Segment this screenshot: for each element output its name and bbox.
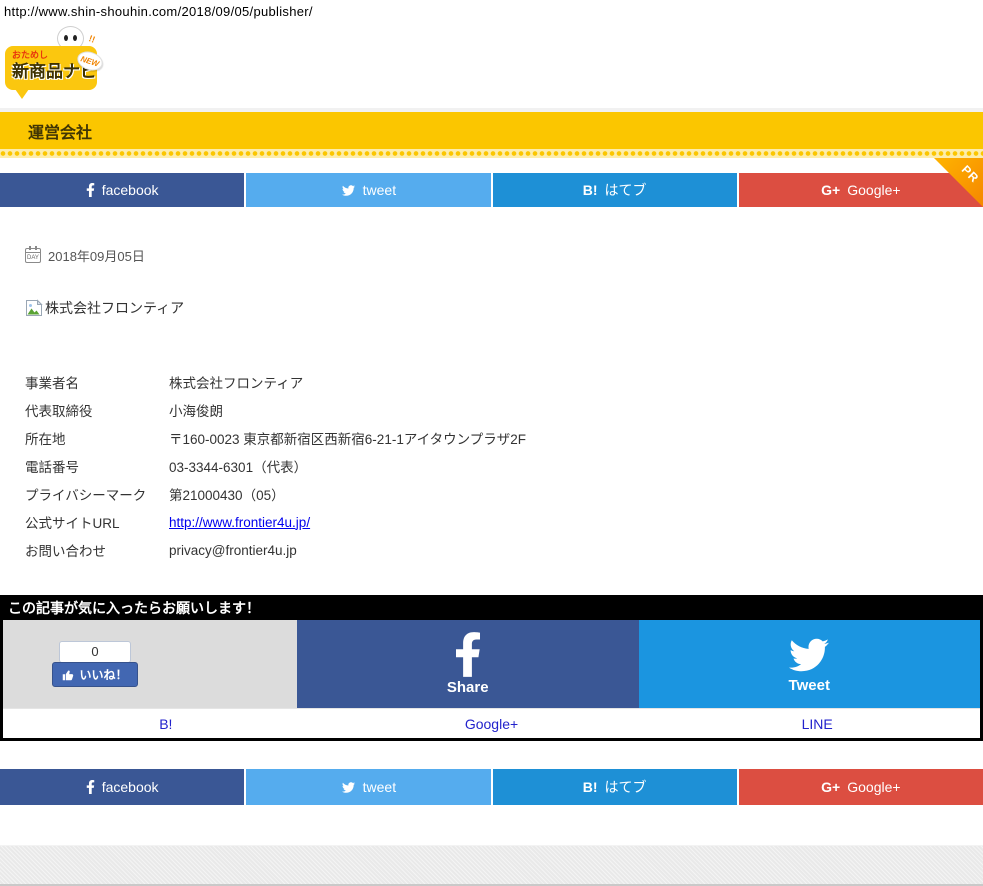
share-box: 0 いいね！ Share Tweet B! Google+ LINE [0,620,983,741]
page-url: http://www.shin-shouhin.com/2018/09/05/p… [4,4,313,19]
cta-bar: この記事が気に入ったらお願いします！ [0,595,983,620]
like-button[interactable]: いいね！ [52,662,138,687]
facebook-f-icon [455,632,480,677]
post-date-row: DAY 2018年09月05日 [25,245,983,264]
facebook-share-label: Share [446,679,489,696]
broken-image-icon [26,299,43,316]
share-facebook-button[interactable]: facebook [0,173,245,207]
facebook-share-panel[interactable]: Share [297,620,639,708]
row-label: 代表取締役 [25,404,93,419]
googleplus-link[interactable]: Google+ [329,709,655,738]
facebook-like-panel: 0 いいね！ [3,620,297,708]
image-alt-text: 株式会社フロンティア [45,300,185,316]
hatena-b-icon: B! [582,779,598,795]
row-value: 〒160-0023 東京都新宿区西新宿6-21-1アイタウンプラザ2F [169,432,526,447]
share-row-top: facebook tweet B! はてブ G+ Google+ [0,173,983,207]
share-googleplus-label: Google+ [847,779,901,795]
row-value: 小海俊朗 [169,404,223,419]
facebook-f-icon [86,183,94,197]
like-button-label: いいね！ [79,668,128,682]
share-hatena-label: はてブ [604,182,647,198]
row-value: 03-3344-6301（代表） [169,460,308,475]
calendar-icon-text: DAY [26,251,40,261]
row-label: 電話番号 [25,460,79,475]
row-label: プライバシーマーク [25,488,147,503]
like-count: 0 [58,641,131,663]
row-label: 公式サイトURL [25,516,120,531]
tweet-panel[interactable]: Tweet [638,620,980,708]
logo-new-badge-text: NEW [79,53,101,69]
row-label: 事業者名 [25,376,79,391]
facebook-f-icon [86,780,94,794]
calendar-icon: DAY [25,245,41,263]
hatena-link[interactable]: B! [3,709,329,738]
share-facebook-label: facebook [101,182,159,198]
footer-band [0,845,983,886]
table-row: 公式サイトURL http://www.frontier4u.jp/ [25,508,526,536]
article-body: DAY 2018年09月05日 株式会社フロンティア 事業者名 株式会社フロンテ… [0,245,983,564]
share-facebook-label: facebook [101,779,159,795]
table-row: 電話番号 03-3344-6301（代表） [25,452,526,480]
table-row: プライバシーマーク 第21000430（05） [25,480,526,508]
share-tweet-label: tweet [362,779,397,795]
share-tweet-button[interactable]: tweet [246,769,491,805]
share-tweet-button[interactable]: tweet [246,173,491,207]
post-date: 2018年09月05日 [48,248,145,264]
official-site-link[interactable]: http://www.frontier4u.jp/ [169,515,310,530]
share-googleplus-button[interactable]: G+ Google+ [738,769,983,805]
page-header-dotted-edge [0,149,983,158]
table-row: 所在地 〒160-0023 東京都新宿区西新宿6-21-1アイタウンプラザ2F [25,424,526,452]
share-googleplus-button[interactable]: G+ Google+ [738,173,983,207]
share-hatena-button[interactable]: B! はてブ [492,173,737,207]
cta-message: この記事が気に入ったらお願いします！ [8,599,260,616]
row-label: お問い合わせ [25,544,106,559]
facebook-like-widget: 0 いいね！ [52,641,138,687]
top-share-section: facebook tweet B! はてブ G+ Google+ PR [0,158,983,207]
share-tweet-label: tweet [362,182,397,198]
share-hatena-label: はてブ [604,779,647,795]
row-label: 所在地 [25,432,66,447]
site-logo[interactable]: !! おためし 新商品ナビ NEW [5,26,125,99]
broken-image-row: 株式会社フロンティア [25,298,983,318]
share-facebook-button[interactable]: facebook [0,769,245,805]
share-hatena-button[interactable]: B! はてブ [492,769,737,805]
share-links-row: B! Google+ LINE [3,708,980,738]
company-info-table: 事業者名 株式会社フロンティア 代表取締役 小海俊朗 所在地 〒160-0023… [25,368,526,564]
table-row: お問い合わせ privacy@frontier4u.jp [25,536,526,564]
page-title: 運営会社 [28,124,93,142]
thumbs-up-icon [63,670,74,680]
table-row: 事業者名 株式会社フロンティア [25,368,526,396]
pr-ribbon-label: PR [959,162,983,186]
tweet-panel-label: Tweet [788,676,830,694]
table-row: 代表取締役 小海俊朗 [25,396,526,424]
twitter-bird-icon [789,638,830,671]
contact-email: privacy@frontier4u.jp [169,542,297,558]
hatena-b-icon: B! [582,182,598,198]
page-header: 運営会社 [0,108,983,158]
googleplus-icon: G+ [821,182,841,198]
line-link[interactable]: LINE [654,709,980,738]
twitter-bird-icon [341,781,355,793]
row-value: 株式会社フロンティア [169,376,304,391]
googleplus-icon: G+ [821,779,841,795]
twitter-bird-icon [341,184,355,196]
row-value: 第21000430（05） [169,488,285,503]
share-googleplus-label: Google+ [847,182,901,198]
share-row-bottom: facebook tweet B! はてブ G+ Google+ [0,769,983,805]
logo-spark-icon: !! [87,33,97,45]
